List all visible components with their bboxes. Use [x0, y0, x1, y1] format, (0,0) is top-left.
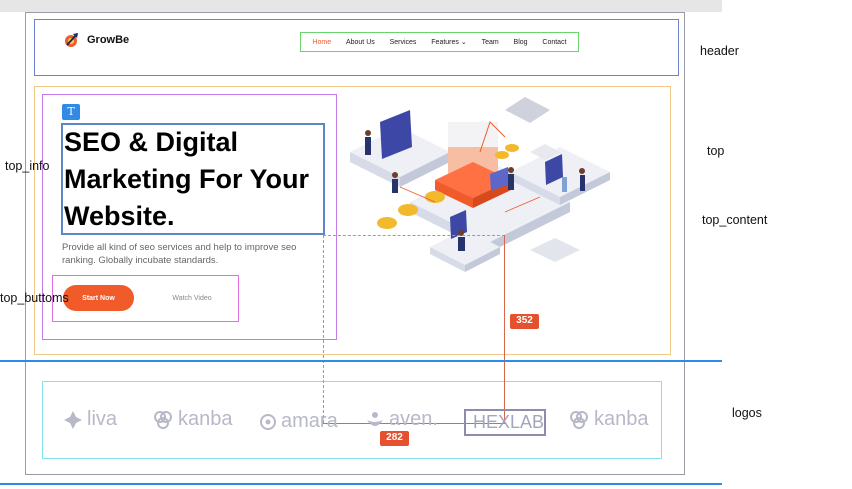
logo-amara-text: amara [281, 410, 338, 432]
logo-aven: aven. [365, 408, 438, 431]
hero-illustration [350, 97, 610, 272]
annotation-top-content: top_content [702, 213, 768, 227]
measure-badge-282: 282 [380, 431, 409, 446]
nav-item-home[interactable]: Home [312, 39, 331, 46]
logo-hexlab-text: HEXLAB [473, 412, 545, 432]
main-nav: Home About Us Services Features ⌄ Team B… [300, 32, 579, 52]
nav-item-features-label: Features [431, 39, 459, 46]
guide-dashed-left [323, 235, 324, 423]
amara-logo-icon [260, 413, 276, 430]
start-now-button[interactable]: Start Now [63, 285, 134, 311]
hero-description: Provide all kind of seo services and hel… [62, 242, 297, 266]
text-tool-badge: T [62, 104, 80, 120]
annotation-top-buttoms: top_buttoms [0, 291, 69, 305]
annotation-top: top [707, 144, 725, 158]
annotation-logos: logos [732, 406, 762, 420]
annotation-top-info: top_info [5, 159, 50, 173]
nav-item-contact[interactable]: Contact [542, 39, 566, 46]
logo-aven-text: aven. [389, 408, 438, 430]
nav-item-services[interactable]: Services [390, 39, 417, 46]
top-strip [0, 0, 722, 12]
logo-amara: amara [259, 410, 338, 433]
logo-kanba-1-text: kanba [178, 408, 233, 430]
chevron-down-icon: ⌄ [458, 39, 467, 46]
nav-item-about[interactable]: About Us [346, 39, 375, 46]
bottom-guide-line [0, 483, 722, 485]
kanba-logo-icon [154, 410, 172, 429]
annotation-header: header [700, 44, 739, 58]
nav-item-blog[interactable]: Blog [514, 39, 528, 46]
watch-video-button[interactable]: Watch Video [150, 285, 234, 311]
logo-kanba-1: kanba [152, 408, 233, 431]
hero-title: SEO & Digital Marketing For Your Website… [64, 127, 310, 231]
brand-name: GrowBe [87, 34, 130, 46]
liva-logo-icon [64, 410, 82, 429]
nav-item-features[interactable]: Features ⌄ [431, 38, 466, 46]
brand-logo-icon [65, 33, 78, 47]
guide-solid-right [504, 235, 505, 423]
logo-kanba-2-text: kanba [594, 408, 649, 430]
logo-hexlab: HEXLAB [464, 409, 546, 436]
brand[interactable]: GrowBe [63, 31, 129, 49]
aven-logo-icon [367, 411, 383, 426]
section-divider-line [0, 360, 722, 362]
measure-badge-352: 352 [510, 314, 539, 329]
nav-item-team[interactable]: Team [482, 39, 499, 46]
kanba-logo-icon [570, 410, 588, 429]
logo-liva: liva [63, 408, 117, 431]
guide-dashed-top [323, 235, 505, 236]
logo-kanba-2: kanba [568, 408, 649, 431]
logo-liva-text: liva [87, 408, 118, 430]
